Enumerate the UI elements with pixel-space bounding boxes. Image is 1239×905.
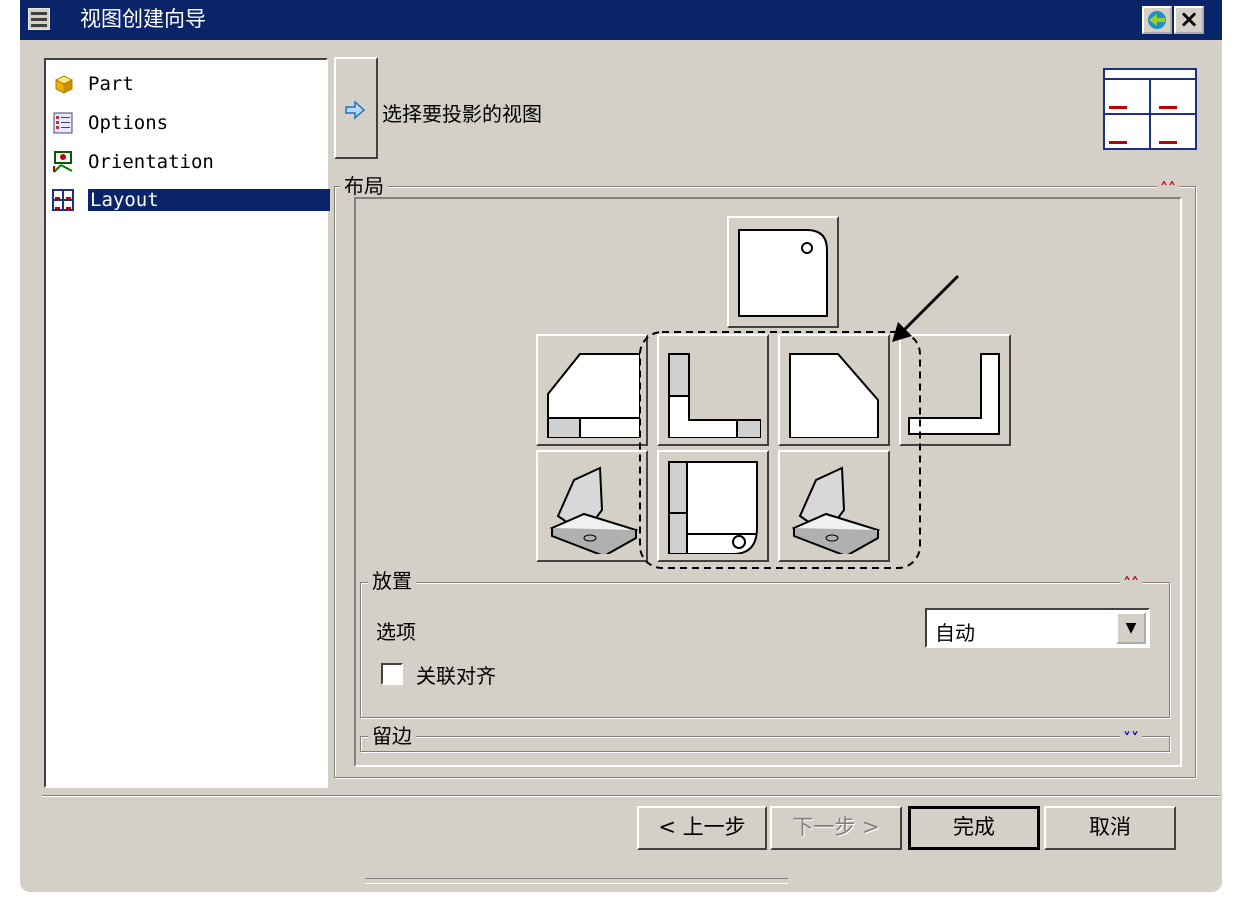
- step-instruction: 选择要投影的视图: [382, 102, 542, 126]
- dropdown-button[interactable]: ▼: [1116, 612, 1146, 644]
- margin-group: [360, 736, 1170, 752]
- tree-item-part[interactable]: Part: [46, 64, 328, 102]
- help-icon: [1148, 11, 1166, 29]
- selection-annotation: [639, 274, 960, 569]
- options-list-icon: [53, 112, 73, 134]
- finish-button[interactable]: 完成: [908, 806, 1040, 850]
- close-button[interactable]: ×: [1174, 6, 1204, 34]
- next-button[interactable]: 下一步 >: [770, 806, 902, 850]
- tree-item-label: Options: [88, 112, 169, 134]
- left-view-icon: [547, 353, 640, 438]
- margin-group-label: 留边: [368, 725, 416, 747]
- horizontal-scrollbar[interactable]: [365, 878, 788, 884]
- window-title: 视图创建向导: [80, 7, 206, 31]
- tree-item-orientation[interactable]: Orientation: [46, 142, 328, 180]
- collapse-layout-icon[interactable]: ˄˄: [1157, 181, 1179, 197]
- tree-item-label: Part: [88, 73, 134, 95]
- placement-group-label: 放置: [368, 570, 416, 592]
- footer-separator: [42, 795, 1220, 797]
- view-creation-wizard-dialog: 视图创建向导 × Part Options Orientation Layout…: [20, 0, 1222, 892]
- cube-icon: [54, 75, 74, 94]
- placement-option-select[interactable]: 自动 ▼: [925, 608, 1150, 648]
- layout-group-label: 布局: [340, 175, 388, 197]
- close-icon: ×: [1178, 5, 1200, 33]
- tree-item-options[interactable]: Options: [46, 103, 328, 141]
- back-button[interactable]: < 上一步: [637, 806, 767, 850]
- associative-align-checkbox[interactable]: [381, 663, 403, 685]
- placement-option-value: 自动: [935, 621, 975, 645]
- placement-group: [360, 582, 1170, 718]
- associative-align-label: 关联对齐: [416, 664, 496, 688]
- tree-item-label: Layout: [88, 189, 330, 211]
- help-button[interactable]: [1142, 6, 1172, 34]
- arrow-right-icon: [345, 100, 366, 120]
- layout-preview-icon: [1103, 68, 1197, 150]
- chevron-down-icon: ▼: [1125, 620, 1137, 636]
- menu-icon[interactable]: [28, 8, 50, 30]
- select-step-button[interactable]: [334, 57, 378, 159]
- tree-item-label: Orientation: [88, 151, 214, 173]
- collapse-placement-icon[interactable]: ˄˄: [1120, 576, 1142, 592]
- option-label: 选项: [376, 620, 416, 644]
- title-bar: 视图创建向导 ×: [20, 0, 1222, 40]
- layout-grid-icon: [52, 189, 74, 211]
- orientation-icon: [53, 151, 73, 173]
- expand-margin-icon[interactable]: ˅˅: [1120, 731, 1142, 747]
- wizard-step-tree: Part Options Orientation Layout: [44, 58, 330, 788]
- isometric-part-icon: [549, 466, 639, 554]
- tree-item-layout[interactable]: Layout: [46, 180, 330, 218]
- cancel-button[interactable]: 取消: [1044, 806, 1176, 850]
